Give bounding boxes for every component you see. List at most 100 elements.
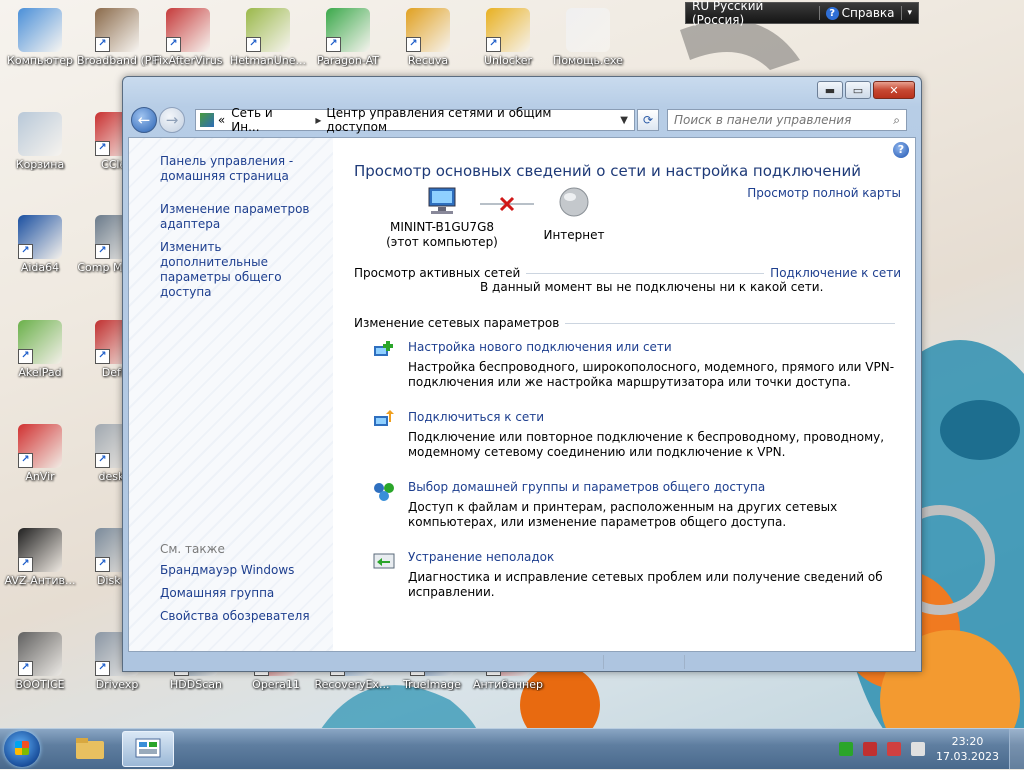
desktop-icon-label: HetmanUne... [229, 54, 307, 67]
desktop-icon[interactable]: Компьютер [0, 8, 80, 67]
application-icon: ↗ [18, 320, 62, 364]
back-button[interactable]: ← [131, 107, 157, 133]
application-icon: ↗ [18, 215, 62, 259]
breadcrumb-item-network[interactable]: Сеть и Ин... [231, 106, 304, 134]
desktop-icon-label: Unlocker [483, 54, 533, 67]
search-box[interactable]: ⌕ [667, 109, 907, 131]
language-bar[interactable]: RU Русский (Россия) ? Справка ▾ [685, 0, 919, 27]
navigation-bar: ← → « Сеть и Ин... ▸ Центр управления се… [131, 105, 913, 135]
network-map: MININT-B1GU7G8 (этот компьютер) Интернет [372, 186, 632, 266]
application-icon: ↗ [166, 8, 210, 52]
desktop-icon[interactable]: ↗ BOOTICE [0, 632, 80, 691]
desktop-icon-label: Компьютер [7, 54, 73, 67]
application-icon: ↗ [246, 8, 290, 52]
clock-time: 23:20 [951, 735, 984, 748]
application-icon: ↗ [326, 8, 370, 52]
language-indicator[interactable]: RU Русский (Россия) [686, 0, 819, 27]
shortcut-arrow-icon: ↗ [95, 453, 110, 468]
action-center-flag-icon[interactable] [863, 742, 878, 756]
desktop-icon[interactable]: ↗ Unlocker [468, 8, 548, 67]
internet-node[interactable]: Интернет [534, 186, 614, 243]
application-icon: ↗ [18, 632, 62, 676]
desktop-icon[interactable]: ↗ Recuva [388, 8, 468, 67]
computer-name: MININT-B1GU7G8 [389, 220, 495, 234]
desktop-icon[interactable]: ↗ AVZ-Антив... [0, 528, 80, 587]
desktop-icon[interactable]: Помощь.exe [548, 8, 628, 67]
forward-button[interactable]: → [159, 107, 185, 133]
search-icon[interactable]: ⌕ [887, 113, 906, 128]
desktop-icon[interactable]: ↗ FixAfterVirus [148, 8, 228, 67]
control-panel-icon [200, 113, 214, 127]
show-desktop-button[interactable] [1009, 729, 1024, 769]
sidebar-link-adapter[interactable]: Изменение параметров адаптера [160, 202, 330, 232]
disconnected-link-icon [480, 196, 534, 212]
task-troubleshoot-desc: Диагностика и исправление сетевых пробле… [408, 570, 883, 599]
maximize-button[interactable]: ▭ [845, 81, 871, 99]
desktop-icon[interactable]: ↗ AkelPad [0, 320, 80, 379]
control-panel-icon [135, 738, 161, 758]
application-icon [566, 8, 610, 52]
breadcrumb-chevron-icon[interactable]: ▸ [310, 113, 326, 127]
sidebar-link-home[interactable]: Панель управления - домашняя страница [160, 154, 330, 184]
task-new-connection-link[interactable]: Настройка нового подключения или сети [408, 340, 672, 354]
connect-to-network-link[interactable]: Подключение к сети [770, 266, 901, 280]
volume-muted-icon[interactable] [911, 742, 926, 756]
desktop-icon-label: Aida64 [20, 261, 60, 274]
minimize-button[interactable]: ▬ [817, 81, 843, 99]
breadcrumb-item-current[interactable]: Центр управления сетями и общим доступом [326, 106, 614, 134]
security-shield-icon[interactable] [839, 742, 854, 756]
task-homegroup-link[interactable]: Выбор домашней группы и параметров общег… [408, 480, 765, 494]
address-bar[interactable]: « Сеть и Ин... ▸ Центр управления сетями… [195, 106, 635, 134]
task-new-connection-desc: Настройка беспроводного, широкополосного… [408, 360, 895, 389]
windows-logo-icon [15, 741, 29, 755]
sidebar-link-firewall[interactable]: Брандмауэр Windows [160, 563, 330, 578]
sidebar-link-internet-options[interactable]: Свойства обозревателя [160, 609, 330, 624]
active-networks-header: Просмотр активных сетей Подключение к се… [354, 266, 901, 280]
desktop-icon-label: Opera11 [252, 678, 300, 691]
desktop-icon-label: Paragon-AT [317, 54, 379, 67]
application-icon [18, 112, 62, 156]
desktop-icon-label: Корзина [15, 158, 65, 171]
application-icon [18, 8, 62, 52]
sidebar-link-sharing[interactable]: Изменить дополнительные параметры общего… [160, 240, 330, 300]
taskbar-explorer-button[interactable] [64, 731, 116, 767]
task-troubleshoot-link[interactable]: Устранение неполадок [408, 550, 554, 564]
clock-date: 17.03.2023 [936, 750, 999, 763]
sidebar: Панель управления - домашняя страница Из… [129, 138, 333, 651]
see-also-heading: См. также [160, 542, 225, 556]
full-map-link[interactable]: Просмотр полной карты [747, 186, 901, 200]
taskbar-network-center-button[interactable] [122, 731, 174, 767]
langbar-help-label: Справка [841, 6, 895, 20]
desktop-icon[interactable]: ↗ HetmanUne... [228, 8, 308, 67]
desktop-icon[interactable]: Корзина [0, 112, 80, 171]
shortcut-arrow-icon: ↗ [95, 37, 110, 52]
search-input[interactable] [668, 112, 888, 128]
change-settings-title: Изменение сетевых параметров [354, 316, 560, 330]
clock[interactable]: 23:20 17.03.2023 [936, 734, 999, 764]
task-connect-link[interactable]: Подключиться к сети [408, 410, 544, 424]
desktop-icon[interactable]: ↗ AnVir [0, 424, 80, 483]
desktop-icon-label: TrueImage [403, 678, 461, 691]
refresh-button[interactable]: ⟳ [637, 109, 659, 131]
shortcut-arrow-icon: ↗ [18, 244, 33, 259]
langbar-help[interactable]: ? Справка [820, 3, 901, 23]
close-button[interactable]: ✕ [873, 81, 915, 99]
desktop-icon-label: AnVir [25, 470, 55, 483]
desktop-icon[interactable]: ↗ Broadband (PPPo [77, 8, 157, 67]
taskbar: 23:20 17.03.2023 [0, 728, 1024, 769]
breadcrumb-root[interactable]: « [218, 113, 225, 127]
shortcut-arrow-icon: ↗ [95, 244, 110, 259]
shortcut-arrow-icon: ↗ [95, 349, 110, 364]
desktop-icon-label: Антибаннер [473, 678, 543, 691]
network-disconnected-icon[interactable] [887, 742, 902, 756]
desktop-icon[interactable]: ↗ Aida64 [0, 215, 80, 274]
section-divider [526, 272, 765, 274]
application-icon: ↗ [95, 8, 139, 52]
shortcut-arrow-icon: ↗ [166, 37, 181, 52]
start-button[interactable] [4, 731, 40, 767]
address-dropdown-icon[interactable]: ▼ [614, 115, 634, 126]
help-button[interactable]: ? [893, 142, 909, 158]
desktop-icon[interactable]: ↗ Paragon-AT [308, 8, 388, 67]
sidebar-link-homegroup[interactable]: Домашняя группа [160, 586, 330, 601]
langbar-options-chevron-icon[interactable]: ▾ [901, 3, 918, 23]
